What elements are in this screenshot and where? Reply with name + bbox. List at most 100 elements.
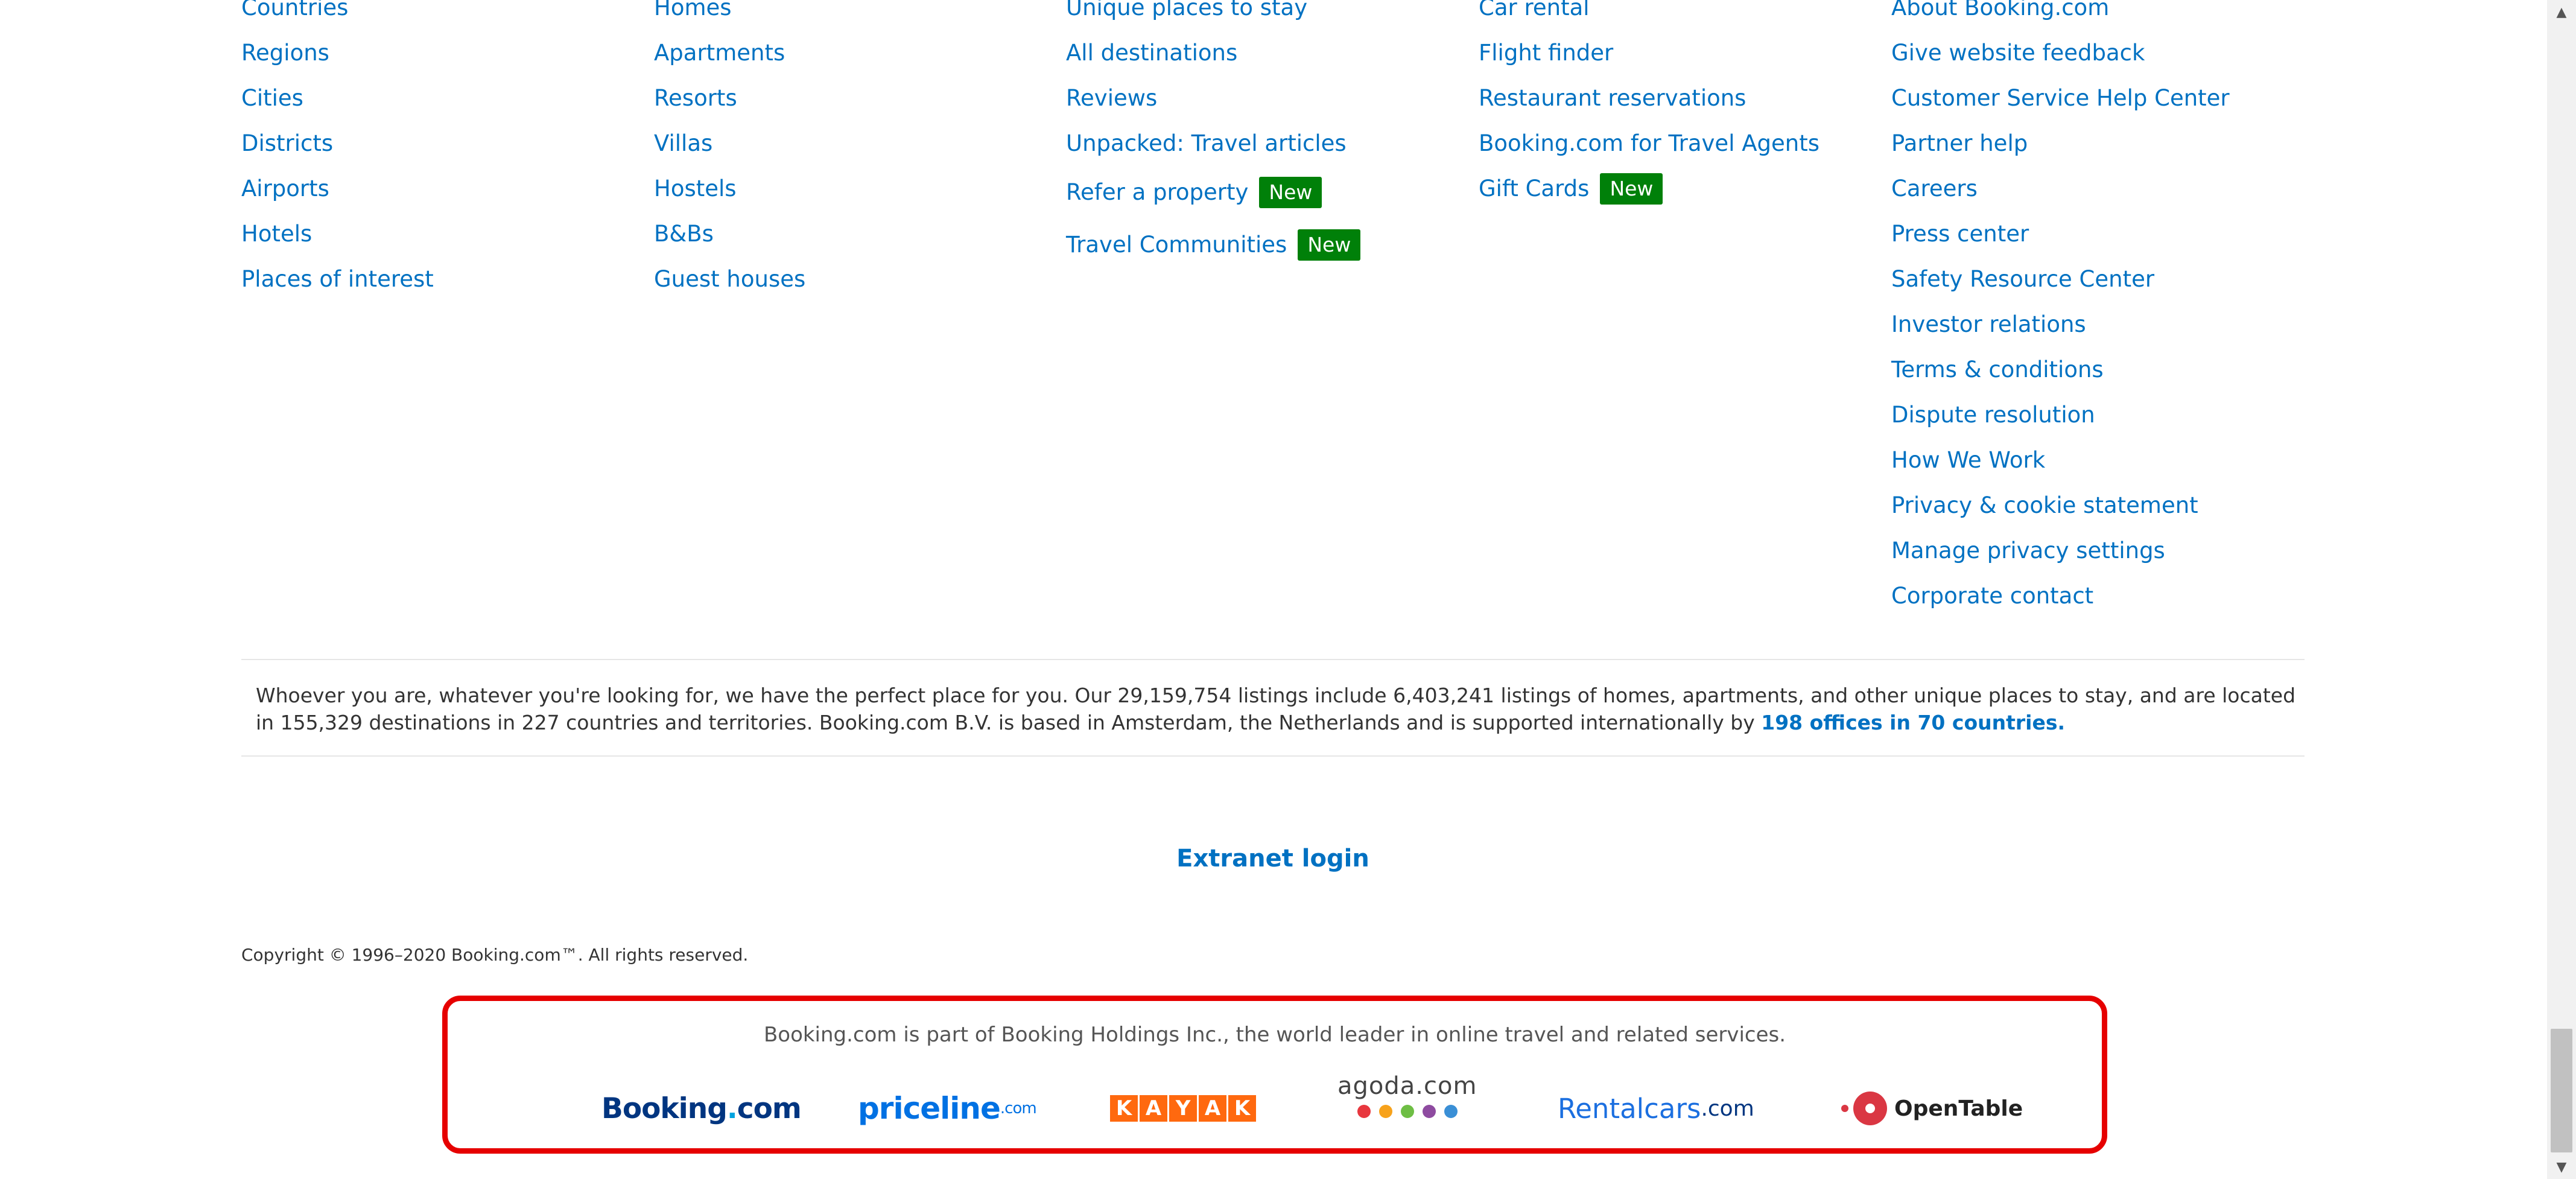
- footer-link-all-destinations[interactable]: All destinations: [1066, 40, 1237, 66]
- new-badge: New: [1600, 173, 1663, 205]
- footer-link-unpacked-travel-articles[interactable]: Unpacked: Travel articles: [1066, 130, 1347, 156]
- footer-link-manage-privacy-settings[interactable]: Manage privacy settings: [1891, 538, 2165, 564]
- footer-link-safety-resource-center[interactable]: Safety Resource Center: [1891, 266, 2154, 292]
- rentalcars-logo: Rentalcars .com: [1558, 1084, 1754, 1133]
- footer-link-flight-finder[interactable]: Flight finder: [1479, 40, 1613, 66]
- footer-link-give-website-feedback[interactable]: Give website feedback: [1891, 40, 2145, 66]
- footer-link-partner-help[interactable]: Partner help: [1891, 130, 2028, 156]
- booking-logo-tld: com: [737, 1092, 802, 1125]
- footer-item-investor-relations: Investor relations: [1891, 302, 2230, 347]
- footer-item-reviews: Reviews: [1066, 75, 1360, 121]
- footer-link-reviews[interactable]: Reviews: [1066, 85, 1157, 111]
- footer-column-about: About Booking.com Give website feedback Cu…: [1891, 0, 2230, 618]
- agoda-dot: [1444, 1105, 1458, 1118]
- priceline-logo-main: priceline: [858, 1091, 1001, 1126]
- footer-link-careers[interactable]: Careers: [1891, 176, 1978, 202]
- divider-bottom: [241, 755, 2305, 757]
- footer-item-careers: Careers: [1891, 166, 2230, 211]
- footer-link-homes[interactable]: Homes: [654, 0, 732, 21]
- opentable-logo-text: OpenTable: [1894, 1096, 2023, 1121]
- rentalcars-logo-tld: .com: [1701, 1096, 1754, 1121]
- footer-link-regions[interactable]: Regions: [241, 40, 329, 66]
- footer-item-corporate-contact: Corporate contact: [1891, 573, 2230, 618]
- footer-column-explore: Unique places to stay All destinations Rev…: [1066, 0, 1361, 271]
- rentalcars-logo-main: Rentalcars: [1558, 1092, 1701, 1125]
- footer-link-countries[interactable]: Countries: [241, 0, 348, 21]
- scroll-up-arrow-icon[interactable]: ▲: [2547, 0, 2576, 24]
- footer-item-dispute-resolution: Dispute resolution: [1891, 392, 2230, 437]
- footer-item-privacy-and-cookie-statement: Privacy & cookie statement: [1891, 483, 2230, 528]
- footer-link-unique-places-to-stay[interactable]: Unique places to stay: [1066, 0, 1307, 21]
- footer-item-unpacked-travel-articles: Unpacked: Travel articles: [1066, 121, 1360, 166]
- footer-item-manage-privacy-settings: Manage privacy settings: [1891, 528, 2230, 573]
- footer-link-car-rental[interactable]: Car rental: [1479, 0, 1590, 21]
- footer-link-press-center[interactable]: Press center: [1891, 221, 2029, 247]
- extranet-login-link[interactable]: Extranet login: [0, 845, 2546, 872]
- priceline-logo-tld: .com: [1000, 1099, 1037, 1117]
- footer-link-gift-cards[interactable]: Gift Cards: [1479, 176, 1589, 202]
- agoda-logo-text: agoda.com: [1337, 1072, 1477, 1100]
- footer-link-terms-and-conditions[interactable]: Terms & conditions: [1891, 357, 2104, 383]
- footer-link-villas[interactable]: Villas: [654, 130, 712, 156]
- footer-item-booking-com-for-travel-agents: Booking.com for Travel Agents: [1479, 121, 1819, 166]
- copyright-text: Copyright © 1996–2020 Booking.com™. All …: [241, 945, 749, 965]
- agoda-dots-icon: [1357, 1105, 1458, 1118]
- booking-logo-main: Booking: [601, 1092, 728, 1125]
- footer-item-terms-and-conditions: Terms & conditions: [1891, 347, 2230, 392]
- footer-link-cities[interactable]: Cities: [241, 85, 303, 111]
- kayak-letter: K: [1110, 1095, 1138, 1122]
- offices-link[interactable]: 198 offices in 70 countries.: [1761, 711, 2065, 734]
- footer-item-all-destinations: All destinations: [1066, 30, 1360, 75]
- footer-item-airports: Airports: [241, 166, 434, 211]
- footer-item-press-center: Press center: [1891, 211, 2230, 256]
- footer-item-give-website-feedback: Give website feedback: [1891, 30, 2230, 75]
- divider-top: [241, 659, 2305, 660]
- kayak-letter: A: [1199, 1095, 1226, 1122]
- footer-item-bandbs: B&Bs: [654, 211, 805, 256]
- footer-link-dispute-resolution[interactable]: Dispute resolution: [1891, 402, 2095, 428]
- footer-link-districts[interactable]: Districts: [241, 130, 333, 156]
- agoda-dot: [1357, 1105, 1371, 1118]
- footer-item-districts: Districts: [241, 121, 434, 166]
- footer-link-privacy-and-cookie-statement[interactable]: Privacy & cookie statement: [1891, 492, 2198, 518]
- booking-logo-dot: .: [726, 1092, 738, 1125]
- footer-column-property-types: Homes Apartments Resorts Villas Hostels B&Bs G…: [654, 0, 805, 302]
- agoda-logo: agoda.com: [1337, 1072, 1477, 1145]
- vertical-scrollbar[interactable]: ▲ ▼: [2547, 0, 2576, 1179]
- footer-link-resorts[interactable]: Resorts: [654, 85, 737, 111]
- footer-link-refer-a-property[interactable]: Refer a property: [1066, 179, 1248, 205]
- new-badge: New: [1259, 176, 1322, 208]
- footer-link-restaurant-reservations[interactable]: Restaurant reservations: [1479, 85, 1746, 111]
- kayak-letter: K: [1228, 1095, 1256, 1122]
- agoda-dot: [1378, 1105, 1392, 1118]
- footer-link-hostels[interactable]: Hostels: [654, 176, 737, 202]
- footer-item-countries: Countries: [241, 0, 434, 30]
- footer-link-booking-com-for-travel-agents[interactable]: Booking.com for Travel Agents: [1479, 130, 1819, 156]
- footer-link-bandbs[interactable]: B&Bs: [654, 221, 714, 247]
- footer-link-investor-relations[interactable]: Investor relations: [1891, 311, 2086, 337]
- footer-item-resorts: Resorts: [654, 75, 805, 121]
- footer-item-hostels: Hostels: [654, 166, 805, 211]
- footer-link-places-of-interest[interactable]: Places of interest: [241, 266, 434, 292]
- priceline-logo: priceline .com: [858, 1084, 1037, 1133]
- footer-link-how-we-work[interactable]: How We Work: [1891, 447, 2045, 473]
- footer-link-corporate-contact[interactable]: Corporate contact: [1891, 583, 2093, 609]
- scrollbar-thumb[interactable]: [2551, 1029, 2572, 1152]
- footer-link-guest-houses[interactable]: Guest houses: [654, 266, 805, 292]
- footer-link-apartments[interactable]: Apartments: [654, 40, 785, 66]
- footer-link-hotels[interactable]: Hotels: [241, 221, 312, 247]
- kayak-logo: K A Y A K: [1110, 1084, 1258, 1133]
- footer-item-places-of-interest: Places of interest: [241, 256, 434, 302]
- footer-item-cities: Cities: [241, 75, 434, 121]
- footer-item-apartments: Apartments: [654, 30, 805, 75]
- footer-item-homes: Homes: [654, 0, 805, 30]
- footer-link-airports[interactable]: Airports: [241, 176, 329, 202]
- scroll-down-arrow-icon[interactable]: ▼: [2547, 1155, 2576, 1179]
- footer-link-about-booking-com[interactable]: About Booking.com: [1891, 0, 2109, 21]
- footer-item-hotels: Hotels: [241, 211, 434, 256]
- footer-link-customer-service-help-center[interactable]: Customer Service Help Center: [1891, 85, 2230, 111]
- booking-holdings-box: Booking.com is part of Booking Holdings …: [442, 996, 2107, 1154]
- footer-link-travel-communities[interactable]: Travel Communities: [1066, 232, 1287, 258]
- agoda-dot: [1400, 1105, 1414, 1118]
- holdings-text: Booking.com is part of Booking Holdings …: [763, 1023, 1786, 1047]
